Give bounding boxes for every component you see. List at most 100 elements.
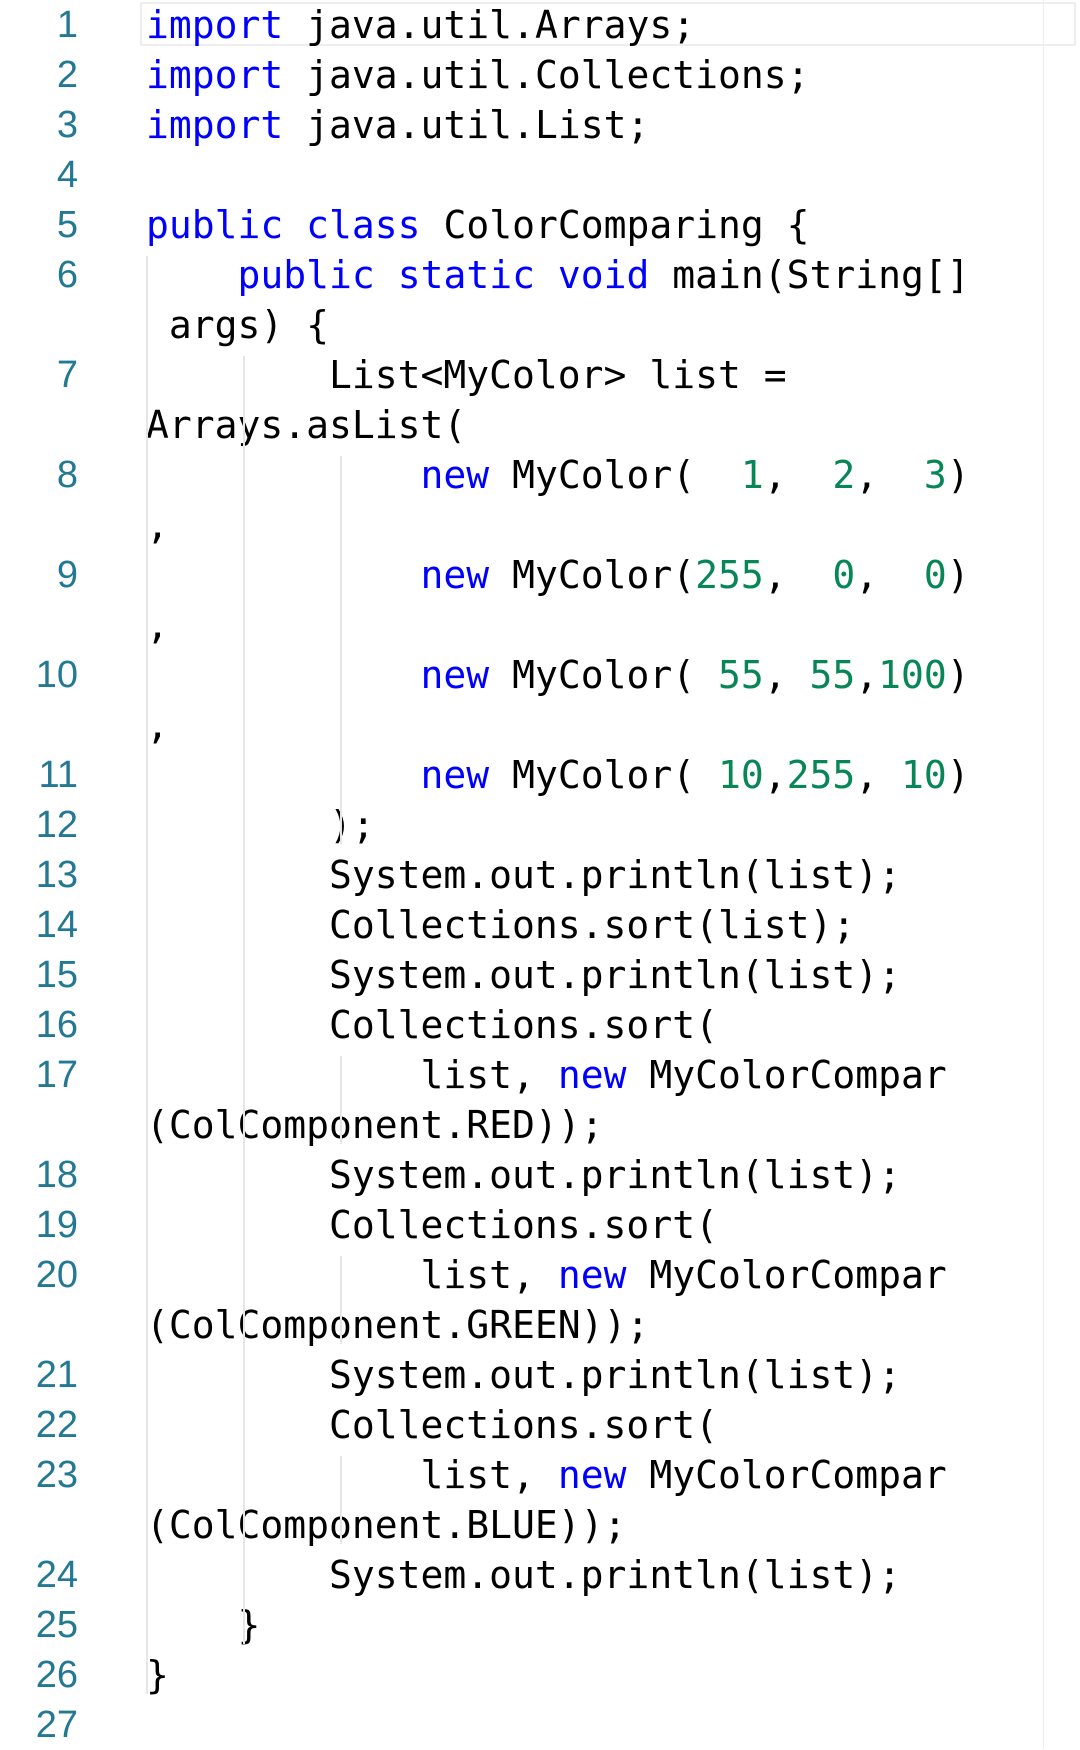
code-line: list, new MyColorCompar: [146, 1450, 947, 1500]
number-token: 0: [923, 553, 947, 597]
code-line: public class ColorComparing {: [146, 200, 810, 250]
line-number: 11: [38, 754, 78, 796]
code-line: import java.util.List;: [146, 100, 649, 150]
code-line: import java.util.Collections;: [146, 50, 809, 100]
number-token: 100: [878, 653, 947, 697]
code-token: java.util.Collections;: [283, 53, 810, 97]
code-token: list,: [146, 1253, 558, 1297]
code-token: }: [146, 1653, 169, 1697]
number-token: 1: [740, 453, 764, 497]
number-token: 0: [832, 553, 856, 597]
code-line: Collections.sort(list);: [146, 900, 855, 950]
code-line: (ColComponent.GREEN));: [146, 1300, 649, 1350]
code-token: main(String[]: [649, 253, 970, 297]
code-line: public static void main(String[]: [146, 250, 970, 300]
code-line: new MyColor( 10,255, 10): [146, 750, 970, 800]
code-token: ,: [146, 703, 169, 747]
code-token: ): [946, 453, 970, 497]
code-line: System.out.println(list);: [146, 850, 901, 900]
line-number: 6: [56, 254, 78, 296]
code-token: ,: [763, 553, 833, 597]
code-token: System.out.println(list);: [146, 1153, 901, 1197]
code-token: java.util.List;: [283, 103, 650, 147]
code-token: MyColor(: [489, 753, 718, 797]
line-number: 7: [56, 354, 78, 396]
line-number: 15: [35, 954, 78, 996]
line-number: 24: [35, 1554, 78, 1596]
keyword-token: new: [420, 453, 490, 497]
code-token: System.out.println(list);: [146, 1553, 901, 1597]
right-margin-ruler: [1043, 0, 1044, 1749]
line-number: 27: [35, 1704, 78, 1746]
line-number: 17: [35, 1054, 78, 1096]
code-token: java.util.Arrays;: [283, 3, 696, 47]
keyword-token: void: [557, 253, 650, 297]
line-number: 10: [35, 654, 78, 696]
code-line: Collections.sort(: [146, 1000, 718, 1050]
keyword-token: new: [557, 1053, 627, 1097]
code-line: Collections.sort(: [146, 1200, 718, 1250]
keyword-token: public: [146, 203, 284, 247]
code-line: ,: [146, 500, 169, 550]
keyword-token: new: [420, 753, 490, 797]
code-token: ,: [763, 453, 833, 497]
code-token: MyColor(: [489, 653, 718, 697]
code-line: System.out.println(list);: [146, 1350, 901, 1400]
code-line: list, new MyColorCompar: [146, 1050, 947, 1100]
line-number: 2: [56, 54, 78, 96]
code-line: new MyColor( 55, 55,100): [146, 650, 970, 700]
code-line: Arrays.asList(: [146, 400, 466, 450]
code-token: ,: [763, 753, 787, 797]
line-number: 8: [56, 454, 78, 496]
code-line: System.out.println(list);: [146, 1550, 901, 1600]
keyword-token: static: [397, 253, 535, 297]
number-token: 10: [717, 753, 764, 797]
code-line: (ColComponent.BLUE));: [146, 1500, 626, 1550]
code-token: list,: [146, 1053, 558, 1097]
code-token: ,: [855, 653, 879, 697]
indent-guide: [340, 1256, 342, 1344]
code-line: }: [146, 1650, 169, 1700]
code-line: import java.util.Arrays;: [146, 0, 695, 50]
keyword-token: new: [557, 1453, 627, 1497]
line-number: 19: [35, 1204, 78, 1246]
code-token: ,: [855, 453, 924, 497]
code-line: Collections.sort(: [146, 1400, 718, 1450]
code-token: Collections.sort(list);: [146, 903, 856, 947]
keyword-token: new: [557, 1253, 627, 1297]
code-line: new MyColor( 1, 2, 3): [146, 450, 970, 500]
keyword-token: import: [146, 103, 284, 147]
line-number: 26: [35, 1654, 78, 1696]
code-token: Collections.sort(: [146, 1003, 718, 1047]
code-line: System.out.println(list);: [146, 1150, 901, 1200]
code-token: ,: [146, 603, 169, 647]
number-token: 55: [717, 653, 764, 697]
number-token: 255: [695, 553, 764, 597]
keyword-token: import: [146, 53, 284, 97]
code-editor[interactable]: 1 2 3 4 5 6 7 8 9 10 11 12 13 14 15 16 17 18 19 20 21 22 23 24 2…: [0, 0, 1080, 1749]
keyword-token: class: [306, 203, 421, 247]
number-token: 3: [923, 453, 947, 497]
code-token: (ColComponent.RED));: [146, 1103, 604, 1147]
code-token: (ColComponent.GREEN));: [146, 1303, 650, 1347]
line-number: 12: [35, 804, 78, 846]
keyword-token: import: [146, 3, 284, 47]
line-number: 4: [56, 154, 78, 196]
code-line: ,: [146, 700, 169, 750]
code-line: new MyColor(255, 0, 0): [146, 550, 970, 600]
code-token: Collections.sort(: [146, 1203, 718, 1247]
number-token: 10: [901, 753, 947, 797]
indent-guide: [243, 356, 245, 1644]
code-token: MyColorCompar: [626, 1053, 947, 1097]
code-token: ,: [855, 553, 924, 597]
code-token: ): [946, 553, 970, 597]
line-number: 9: [56, 554, 78, 596]
line-number: 14: [35, 904, 78, 946]
line-number: 25: [35, 1604, 78, 1646]
number-token: 255: [786, 753, 856, 797]
code-token: args) {: [146, 303, 330, 347]
line-number: 20: [35, 1254, 78, 1296]
